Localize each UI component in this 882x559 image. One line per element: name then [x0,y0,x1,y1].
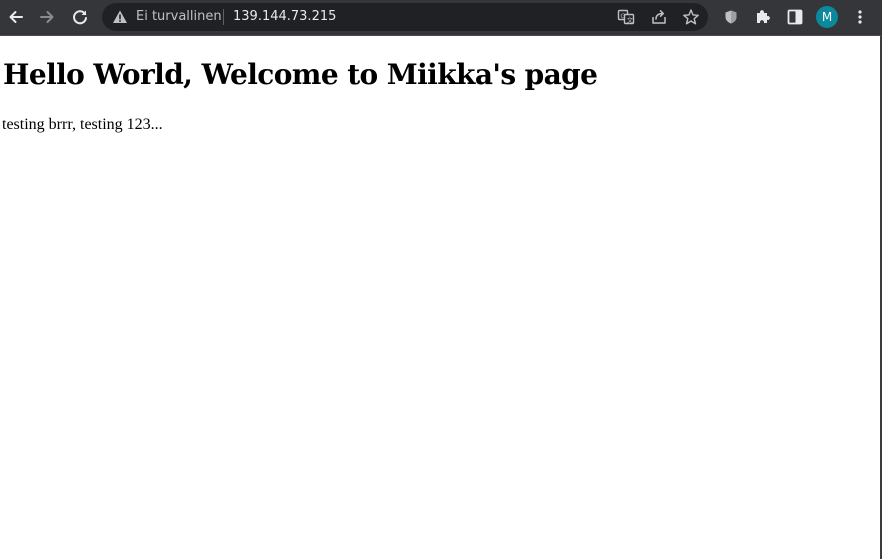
warning-triangle-icon [113,10,127,23]
star-icon [683,9,699,25]
url-text[interactable]: 139.144.73.215 [233,9,336,25]
profile-avatar[interactable]: M [816,6,838,28]
svg-text:G: G [620,12,625,20]
svg-text:文: 文 [627,15,634,24]
side-panel-button[interactable] [785,7,805,27]
translate-icon: G 文 [617,9,635,25]
reload-icon [73,10,87,25]
page-heading: Hello World, Welcome to Miikka's page [3,58,598,91]
three-dots-vertical-icon [858,10,862,24]
side-panel-icon [787,9,803,25]
back-arrow-icon [9,11,23,23]
extensions-button[interactable] [753,7,773,27]
bookmark-button[interactable] [681,7,701,27]
browser-toolbar: Ei turvallinen 139.144.73.215 G 文 M [0,0,882,35]
puzzle-icon [757,10,770,23]
address-bar[interactable]: Ei turvallinen 139.144.73.215 G 文 [102,3,708,31]
page-paragraph: testing brrr, testing 123... [2,116,163,133]
browser-menu-button[interactable] [850,7,870,27]
extension-shield-button[interactable] [721,7,741,27]
reload-button[interactable] [66,3,94,31]
forward-arrow-icon [40,11,54,23]
shield-icon [725,10,737,24]
web-page-content: Hello World, Welcome to Miikka's page te… [0,36,880,559]
share-icon [652,10,666,24]
forward-button[interactable] [33,3,61,31]
omnibox-divider [223,9,224,25]
security-status-text: Ei turvallinen [136,9,222,24]
share-button[interactable] [649,7,669,27]
back-button[interactable] [2,3,30,31]
translate-button[interactable]: G 文 [616,7,636,27]
